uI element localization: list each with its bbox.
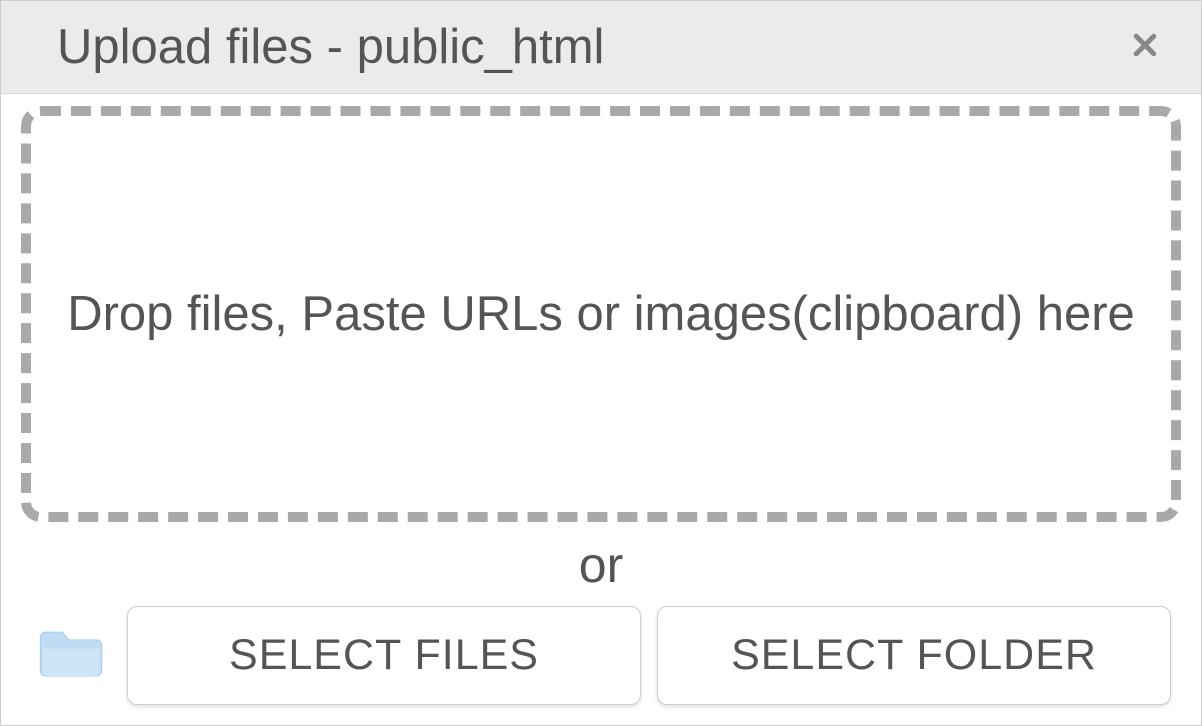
- dialog-header: Upload files - public_html: [1, 1, 1201, 94]
- close-button[interactable]: [1119, 25, 1171, 70]
- dropzone-text: Drop files, Paste URLs or images(clipboa…: [67, 281, 1135, 347]
- select-files-button[interactable]: SELECT FILES: [127, 606, 641, 705]
- upload-dialog: Upload files - public_html Drop files, P…: [0, 0, 1202, 726]
- folder-icon-wrap: [31, 606, 111, 705]
- close-icon: [1125, 25, 1165, 70]
- dialog-title: Upload files - public_html: [57, 19, 604, 75]
- button-row: SELECT FILES SELECT FOLDER: [21, 606, 1181, 705]
- select-folder-button[interactable]: SELECT FOLDER: [657, 606, 1171, 705]
- folder-icon: [36, 625, 106, 686]
- separator-label: or: [21, 536, 1181, 594]
- dropzone[interactable]: Drop files, Paste URLs or images(clipboa…: [21, 106, 1181, 522]
- dialog-body: Drop files, Paste URLs or images(clipboa…: [1, 94, 1201, 725]
